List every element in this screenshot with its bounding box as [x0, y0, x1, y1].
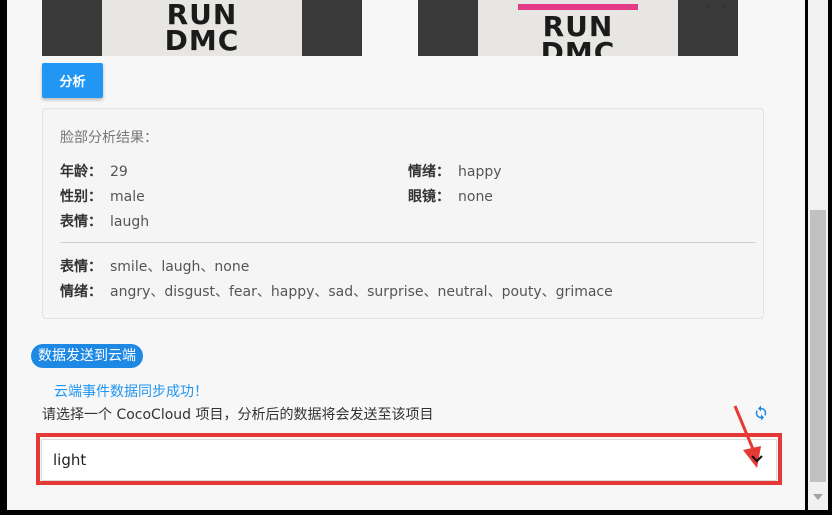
glasses-row: 眼镜： none — [408, 186, 493, 206]
emotion-options-label: 情绪： — [60, 284, 102, 300]
glasses-label: 眼镜： — [408, 189, 450, 205]
gender-row: 性别： male — [60, 186, 145, 206]
age-row: 年龄： 29 — [60, 161, 128, 181]
chevron-down-icon[interactable] — [751, 454, 763, 464]
face-image-original: RUN DMC — [42, 0, 362, 56]
emotion-options-row: 情绪： angry、disgust、fear、happy、sad、surprise… — [60, 281, 613, 301]
glasses-value: none — [458, 189, 493, 205]
result-title: 脸部分析结果： — [60, 130, 158, 146]
gender-value: male — [110, 189, 145, 205]
sync-success-message: 云端事件数据同步成功！ — [54, 384, 208, 400]
shirt-text: RUN DMC — [164, 0, 240, 56]
shirt-graphic: RUN DMC — [102, 0, 302, 56]
expression-options-value: smile、laugh、none — [110, 259, 250, 275]
age-value: 29 — [110, 164, 128, 180]
face-image-processed: RUN DMC — [418, 0, 738, 56]
scrollbar[interactable] — [808, 0, 828, 510]
highlight-frame — [36, 433, 782, 485]
expression-value: laugh — [110, 214, 150, 230]
emotion-label: 情绪： — [408, 164, 450, 180]
expression-options-label: 表情： — [60, 259, 102, 275]
expression-options-row: 表情： smile、laugh、none — [60, 256, 249, 276]
shirt-graphic: RUN DMC — [478, 0, 678, 56]
project-select-hint: 请选择一个 CocoCloud 项目，分析后的数据将会发送至该项目 — [42, 407, 434, 423]
age-label: 年龄： — [60, 164, 102, 180]
annotation-arrow-icon — [733, 405, 761, 468]
shirt-text: RUN DMC — [540, 10, 616, 57]
scrollbar-thumb[interactable] — [810, 210, 826, 482]
emotion-options-value: angry、disgust、fear、happy、sad、surprise、ne… — [110, 284, 613, 300]
face-analysis-result: 脸部分析结果： 年龄： 29 性别： male 表情： laugh 情绪： happy … — [42, 108, 764, 319]
more-icon[interactable]: • • — [705, 0, 729, 14]
emotion-value: happy — [458, 164, 502, 180]
analyze-button[interactable]: 分析 — [42, 63, 103, 98]
scroll-down-icon[interactable] — [813, 494, 823, 500]
expression-row: 表情： laugh — [60, 211, 149, 231]
project-select-value[interactable]: light — [53, 451, 86, 469]
dialog-window: RUN DMC RUN DMC • • 分析 脸部分析结果： 年龄： 29 性别： ma… — [7, 0, 805, 510]
emotion-row: 情绪： happy — [408, 161, 502, 181]
divider — [60, 242, 756, 243]
send-to-cloud-badge: 数据发送到云端 — [31, 344, 143, 368]
expression-label: 表情： — [60, 214, 102, 230]
gender-label: 性别： — [60, 189, 102, 205]
